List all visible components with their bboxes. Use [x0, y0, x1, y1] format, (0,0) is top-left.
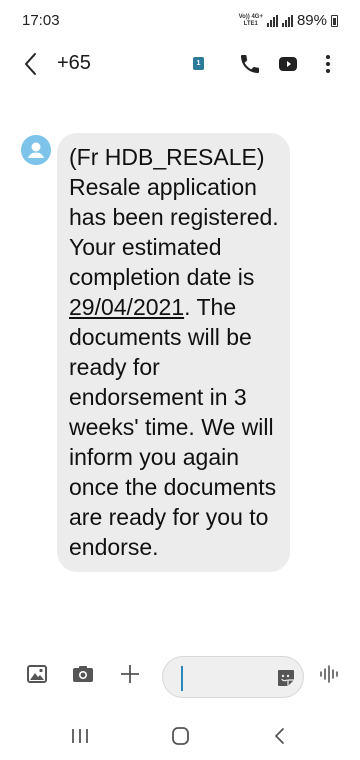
status-time: 17:03	[22, 12, 60, 29]
status-bar: 17:03 Vo)) 4G+ LTE1 89%	[0, 0, 360, 42]
contact-name[interactable]: +65	[57, 52, 91, 75]
back-icon[interactable]	[18, 50, 46, 78]
video-call-icon[interactable]	[276, 52, 300, 76]
recents-icon[interactable]	[66, 724, 94, 748]
sticker-icon[interactable]	[276, 668, 296, 688]
message-input-container[interactable]	[162, 656, 304, 698]
network-type-icon: Vo)) 4G+ LTE1	[239, 14, 263, 28]
sim-card-icon: 1	[193, 57, 204, 70]
text-cursor	[181, 666, 183, 691]
network-label-bottom: LTE1	[243, 20, 258, 27]
signal-icon	[266, 14, 278, 27]
gallery-icon[interactable]	[25, 662, 49, 686]
message-text-part1: (Fr HDB_RESALE) Resale application has b…	[69, 144, 279, 290]
status-indicators: Vo)) 4G+ LTE1 89%	[239, 12, 338, 29]
plus-icon[interactable]	[118, 662, 142, 686]
battery-level: 89%	[296, 12, 327, 29]
message-bubble[interactable]: (Fr HDB_RESALE) Resale application has b…	[57, 133, 290, 572]
contact-avatar[interactable]	[21, 135, 51, 165]
system-nav-bar	[0, 716, 360, 760]
compose-bar	[0, 650, 360, 700]
network-label-top: Vo)) 4G+	[238, 13, 263, 20]
camera-icon[interactable]	[71, 662, 95, 686]
completion-date-link[interactable]: 29/04/2021	[69, 294, 184, 320]
message-input[interactable]	[179, 663, 267, 693]
message-text-part2: . The documents will be ready for endors…	[69, 294, 277, 560]
more-options-icon[interactable]	[316, 52, 340, 76]
home-icon[interactable]	[166, 724, 194, 748]
messages-screen: 17:03 Vo)) 4G+ LTE1 89% +65 1 (Fr HDB_RE…	[0, 0, 360, 760]
signal-icon-2	[281, 14, 293, 27]
conversation-header: +65 1	[0, 44, 360, 84]
voice-icon[interactable]	[317, 662, 341, 686]
back-nav-icon[interactable]	[266, 724, 294, 748]
phone-icon[interactable]	[238, 52, 262, 76]
battery-icon	[331, 14, 338, 27]
